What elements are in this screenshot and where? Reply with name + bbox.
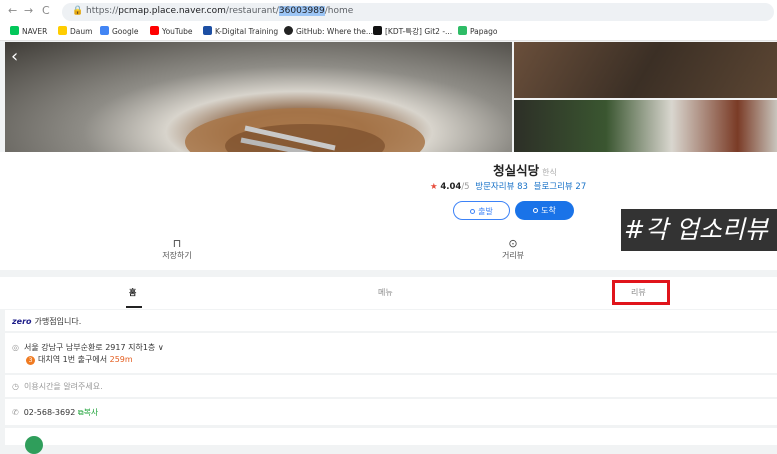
notion-icon [373, 26, 382, 35]
kdigital-icon [203, 26, 212, 35]
bookmark-kdigital[interactable]: K-Digital Training [203, 26, 278, 36]
forward-arrow-icon[interactable]: → [24, 4, 33, 17]
google-icon [100, 26, 109, 35]
blog-reviews-link[interactable]: 블로그리뷰 27 [534, 182, 587, 192]
hours-row[interactable]: ◷ 이용시간을 알려주세요. [12, 381, 103, 392]
place-category: 한식 [542, 168, 557, 177]
address-bar[interactable]: 🔒 https://pcmap.place.naver.com/restaura… [62, 3, 774, 21]
rating-row: ★ 4.04/5 방문자리뷰 83 블로그리뷰 27 [430, 180, 586, 192]
tab-menu[interactable]: 메뉴 [378, 287, 393, 298]
bookmark-icon: ⊓ [172, 237, 182, 250]
zero-row-card [5, 310, 777, 331]
bookmark-youtube[interactable]: YouTube [150, 26, 193, 36]
place-name: 청실식당 [493, 163, 540, 178]
tab-home-underline [126, 306, 142, 308]
bookmark-daum[interactable]: Daum [58, 26, 92, 36]
bookmarks-bar: NAVER Daum Google YouTube K-Digital Trai… [0, 24, 777, 41]
start-pin-icon [470, 209, 476, 214]
daum-icon [58, 26, 67, 35]
address-row[interactable]: ◎ 서울 강남구 남부순환로 2917 지하1층 ∨ [12, 342, 164, 353]
phone-row: ✆ 02-568-3692 ⧉복사 [12, 407, 98, 418]
distance-action[interactable]: ⊙ 거리뷰 [468, 238, 558, 261]
address-text: 서울 강남구 남부순환로 2917 지하1층 [23, 343, 156, 352]
tab-home[interactable]: 홈 [129, 287, 136, 298]
visitor-reviews-link[interactable]: 방문자리뷰 83 [475, 182, 528, 192]
phone-icon: ✆ [12, 408, 19, 417]
subway-distance: 259m [109, 355, 133, 364]
url-selection: 36003989 [278, 6, 325, 16]
address-expand-icon[interactable]: ∨ [158, 343, 164, 352]
back-arrow-icon[interactable]: ← [8, 4, 17, 17]
avatar [25, 436, 43, 454]
bookmark-github[interactable]: GitHub: Where the... [284, 26, 373, 36]
github-icon [284, 26, 293, 35]
bookmark-kdt-git[interactable]: [KDT-특강] Git2 -... [373, 26, 452, 37]
papago-icon [458, 26, 467, 35]
thumb-photo-1[interactable] [514, 42, 777, 98]
arrive-pin-icon [533, 208, 539, 213]
rating-value: 4.04 [440, 182, 462, 192]
star-icon: ★ [430, 182, 438, 192]
back-chevron-icon: ‹ [11, 46, 18, 67]
watermark-banner: #각 업소리뷰 [621, 209, 777, 251]
address-card [5, 333, 777, 373]
place-title: 청실식당 한식 [0, 160, 777, 179]
url-text[interactable]: https://pcmap.place.naver.com/restaurant… [86, 6, 353, 16]
location-icon: ⊙ [508, 237, 518, 250]
subway-row: 3 대치역 1번 출구에서 259m [26, 354, 133, 365]
next-row-card [5, 428, 777, 454]
clock-icon: ◷ [12, 382, 19, 391]
phone-card [5, 399, 777, 425]
rating-max: /5 [461, 182, 470, 192]
copy-button[interactable]: ⧉복사 [78, 408, 98, 417]
save-label: 저장하기 [162, 251, 192, 260]
zero-pay-row: zero 가맹점입니다. [12, 317, 82, 326]
naver-icon [10, 26, 19, 35]
reload-icon[interactable]: C [42, 4, 50, 17]
phone-number: 02-568-3692 [23, 408, 76, 417]
thumb-photo-2[interactable] [514, 100, 777, 152]
bookmark-google[interactable]: Google [100, 26, 138, 36]
browser-toolbar: ← → C 🔒 https://pcmap.place.naver.com/re… [0, 0, 777, 25]
pin-icon: ◎ [12, 343, 19, 352]
youtube-icon [150, 26, 159, 35]
bookmark-papago[interactable]: Papago [458, 26, 498, 36]
save-action[interactable]: ⊓ 저장하기 [132, 238, 222, 261]
review-highlight-box [612, 280, 670, 305]
distance-label: 거리뷰 [501, 251, 525, 260]
food-photo-graphic: ‹ [11, 46, 425, 152]
subway-line-badge: 3 [26, 356, 35, 365]
arrive-button[interactable]: 도착 [515, 201, 574, 220]
start-button[interactable]: 출발 [453, 201, 510, 220]
lock-icon: 🔒 [72, 6, 84, 16]
main-food-photo[interactable]: ‹ [5, 42, 512, 152]
bookmark-naver[interactable]: NAVER [10, 26, 47, 36]
hours-card [5, 375, 777, 397]
zero-logo: zero [12, 317, 32, 326]
